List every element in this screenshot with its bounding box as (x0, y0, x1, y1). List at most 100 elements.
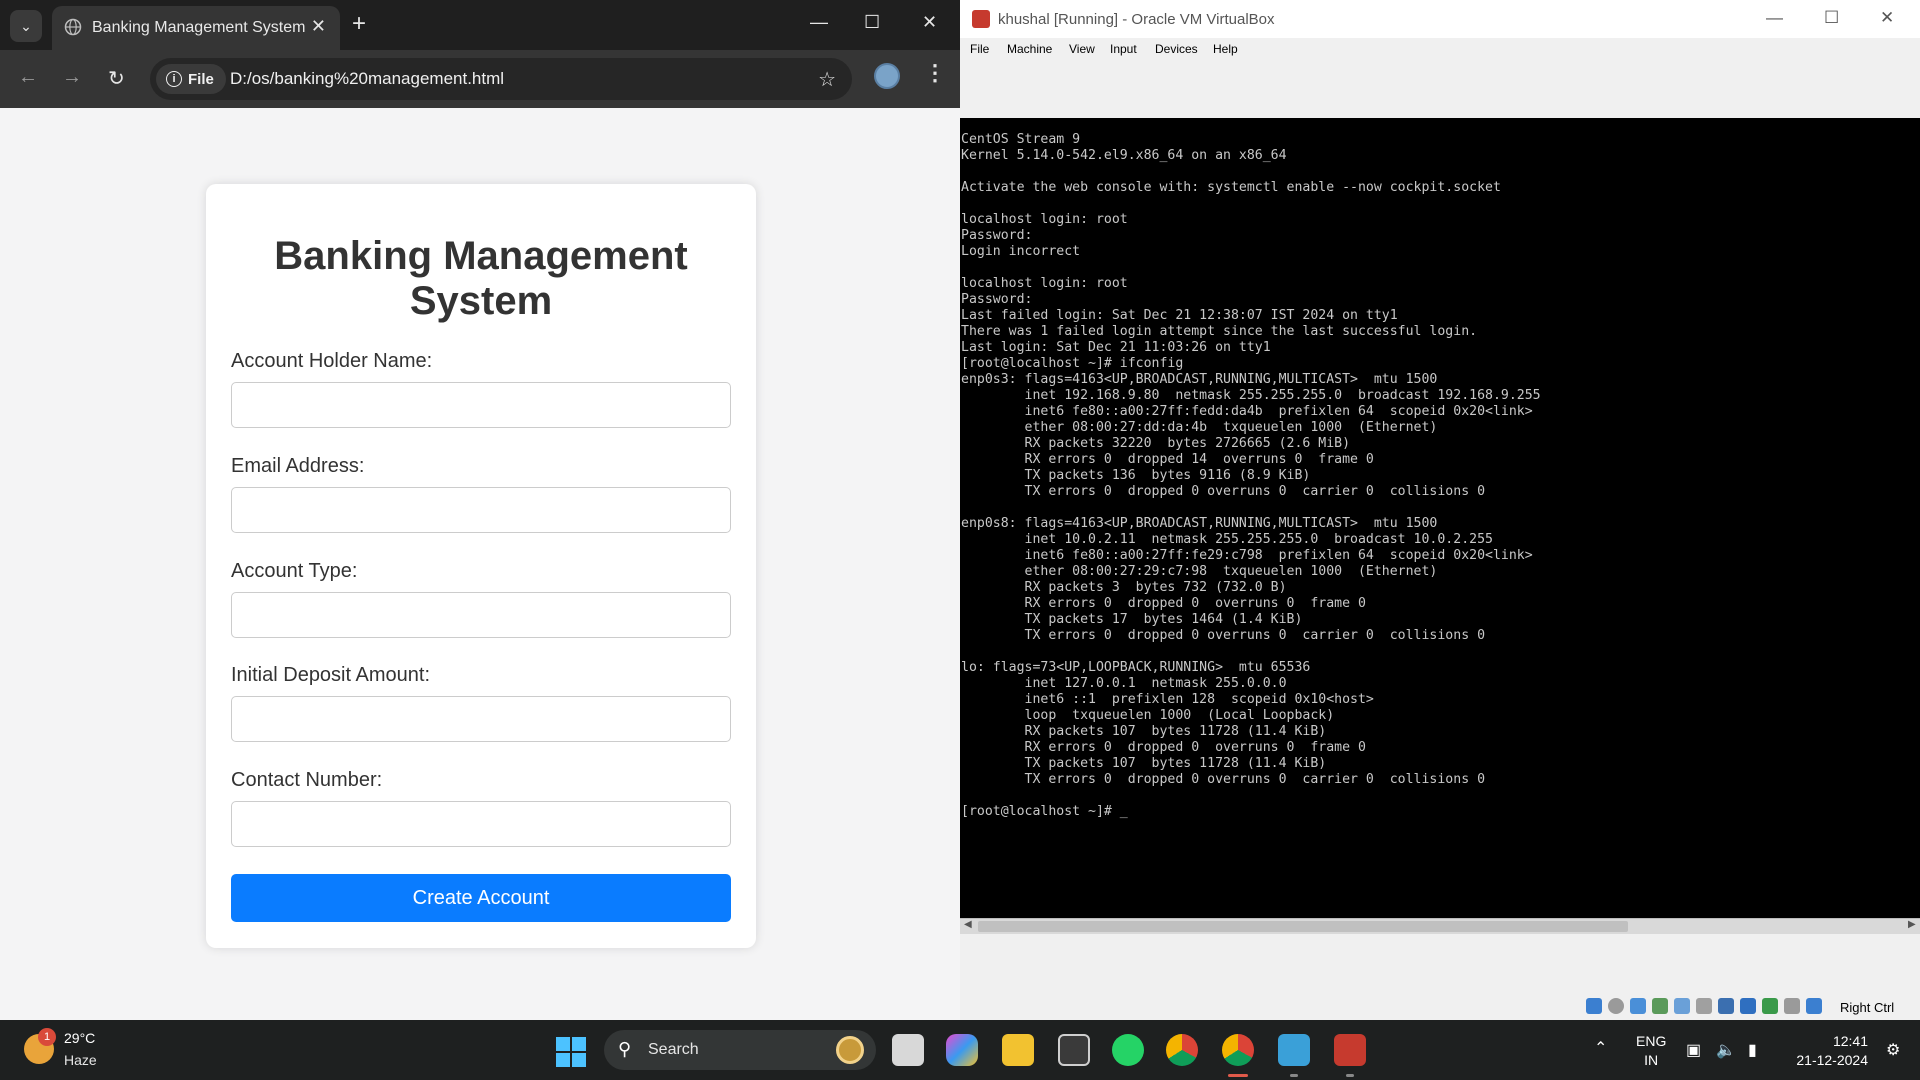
forward-icon[interactable]: → (62, 66, 82, 89)
minimize-icon[interactable]: — (1766, 8, 1783, 28)
battery-icon[interactable]: ▮ (1748, 1040, 1757, 1060)
account-type-input[interactable] (231, 592, 731, 638)
terminal-line: RX errors 0 dropped 0 overruns 0 frame 0 (961, 596, 1366, 611)
page-viewport: Banking Management System Account Holder… (0, 108, 960, 1020)
maximize-icon[interactable]: ☐ (1824, 8, 1839, 28)
start-button[interactable] (556, 1037, 586, 1067)
shared-folders-icon[interactable] (1696, 998, 1712, 1014)
reload-icon[interactable]: ↻ (108, 66, 125, 91)
terminal-line: RX packets 107 bytes 11728 (11.4 KiB) (961, 724, 1327, 739)
menu-view[interactable]: View (1069, 42, 1095, 56)
account-holder-input[interactable] (231, 382, 731, 428)
windows-logo-tile (572, 1037, 586, 1051)
account-form-card: Banking Management System Account Holder… (206, 184, 756, 948)
close-tab-icon[interactable]: ✕ (311, 16, 326, 37)
create-account-button[interactable]: Create Account (231, 874, 731, 922)
new-tab-button[interactable]: + (352, 12, 366, 36)
vm-display[interactable]: CentOS Stream 9 Kernel 5.14.0-542.el9.x86… (960, 118, 1920, 918)
account-holder-label: Account Holder Name: (231, 350, 433, 372)
show-hidden-icons-chevron[interactable]: ⌃ (1594, 1038, 1607, 1058)
menu-machine[interactable]: Machine (1007, 42, 1052, 56)
scroll-left-icon[interactable]: ◀ (964, 919, 972, 930)
audio-icon[interactable] (1630, 998, 1646, 1014)
chrome-profile-icon[interactable] (1222, 1034, 1254, 1066)
chrome-window: ⌄ Banking Management System ✕ + — ☐ ✕ ← … (0, 0, 960, 1020)
vbox-window-title: khushal [Running] - Oracle VM VirtualBox (998, 11, 1275, 28)
whatsapp-icon[interactable] (1112, 1034, 1144, 1066)
volume-icon[interactable]: 🔈 (1716, 1040, 1736, 1060)
language-code: ENG (1636, 1033, 1667, 1049)
horizontal-scrollbar[interactable]: ◀ ▶ (960, 918, 1920, 934)
menu-help[interactable]: Help (1213, 42, 1238, 56)
menu-devices[interactable]: Devices (1155, 42, 1198, 56)
terminal-line: Login incorrect (961, 244, 1081, 259)
close-window-icon[interactable]: ✕ (922, 12, 937, 33)
weather-temperature[interactable]: 29°C (64, 1030, 95, 1046)
menu-file[interactable]: File (970, 42, 989, 56)
terminal-line: loop txqueuelen 1000 (Local Loopback) (961, 708, 1335, 723)
bookmark-star-icon[interactable]: ☆ (818, 67, 836, 92)
maximize-icon[interactable]: ☐ (864, 12, 880, 33)
terminal-line: Kernel 5.14.0-542.el9.x86_64 on an x86_6… (961, 148, 1287, 163)
recording-icon[interactable] (1740, 998, 1756, 1014)
taskbar-search[interactable]: ⚲ Search (604, 1030, 876, 1070)
terminal-line: TX packets 17 bytes 1464 (1.4 KiB) (961, 612, 1303, 627)
network-tray-icon[interactable]: ▣ (1686, 1040, 1701, 1060)
network-icon[interactable] (1652, 998, 1668, 1014)
windows-logo-tile (556, 1037, 570, 1051)
cpu-icon[interactable] (1762, 998, 1778, 1014)
virtualbox-taskbar-icon[interactable] (1334, 1034, 1366, 1066)
optical-drive-icon[interactable] (1608, 998, 1624, 1014)
terminal-line: ether 08:00:27:dd:da:4b txqueuelen 1000 … (961, 420, 1438, 435)
terminal-line: [root@localhost ~]# _ (961, 804, 1128, 819)
profile-avatar[interactable] (874, 63, 900, 89)
scroll-right-icon[interactable]: ▶ (1908, 919, 1916, 930)
vbox-status-bar: Right Ctrl (960, 990, 1920, 1020)
email-label: Email Address: (231, 455, 365, 477)
task-view-icon[interactable] (892, 1034, 924, 1066)
initial-deposit-input[interactable] (231, 696, 731, 742)
keyboard-capture-icon[interactable] (1806, 998, 1822, 1014)
display-icon[interactable] (1718, 998, 1734, 1014)
notification-bell-icon[interactable]: ⚙ (1886, 1040, 1900, 1060)
active-app-indicator (1228, 1074, 1248, 1077)
search-icon: ⚲ (618, 1039, 632, 1059)
clock-date: 21-12-2024 (1796, 1052, 1868, 1068)
url-text[interactable]: D:/os/banking%20management.html (230, 69, 504, 89)
tab-banking[interactable]: Banking Management System ✕ (52, 6, 340, 50)
scrollbar-thumb[interactable] (978, 921, 1628, 932)
site-info-chip[interactable]: i File (156, 64, 226, 94)
terminal-line: Password: (961, 228, 1033, 243)
menu-input[interactable]: Input (1110, 42, 1137, 56)
mouse-integration-icon[interactable] (1784, 998, 1800, 1014)
kebab-menu-icon[interactable]: ⋮ (924, 60, 946, 86)
page-title: Banking Management System (274, 234, 688, 323)
weather-description[interactable]: Haze (64, 1052, 97, 1068)
tab-search-button[interactable]: ⌄ (10, 10, 42, 42)
hard-disk-icon[interactable] (1586, 998, 1602, 1014)
copilot-icon[interactable] (946, 1034, 978, 1066)
terminal-line: inet 127.0.0.1 netmask 255.0.0.0 (961, 676, 1287, 691)
terminal-line: inet6 fe80::a00:27ff:fedd:da4b prefixlen… (961, 404, 1533, 419)
back-icon[interactable]: ← (18, 66, 38, 89)
usb-icon[interactable] (1674, 998, 1690, 1014)
terminal-output: CentOS Stream 9 Kernel 5.14.0-542.el9.x86… (961, 132, 1541, 820)
terminal-line: TX errors 0 dropped 0 overruns 0 carrier… (961, 628, 1486, 643)
terminal-line: RX packets 3 bytes 732 (732.0 B) (961, 580, 1287, 595)
address-bar[interactable]: i File D:/os/banking%20management.html ☆ (150, 58, 852, 100)
notepad-icon[interactable] (1278, 1034, 1310, 1066)
email-input[interactable] (231, 487, 731, 533)
region-code: IN (1644, 1052, 1659, 1068)
language-indicator[interactable]: ENG IN (1636, 1032, 1666, 1070)
clock[interactable]: 12:41 21-12-2024 (1784, 1032, 1868, 1070)
file-explorer-icon[interactable] (1002, 1034, 1034, 1066)
contact-number-label: Contact Number: (231, 769, 383, 791)
contact-number-input[interactable] (231, 801, 731, 847)
chrome-icon[interactable] (1166, 1034, 1198, 1066)
terminal-line: localhost login: root (961, 212, 1128, 227)
close-window-icon[interactable]: ✕ (1880, 8, 1894, 28)
minimize-icon[interactable]: — (810, 12, 828, 33)
unity-hub-icon[interactable] (1058, 1034, 1090, 1066)
